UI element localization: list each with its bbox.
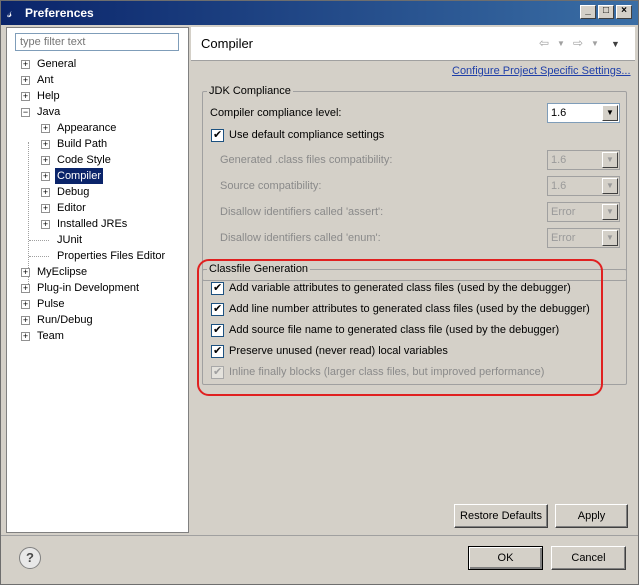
expand-icon[interactable]: +	[21, 60, 30, 69]
tree-item-label: Debug	[57, 186, 90, 198]
page-title: Compiler	[201, 36, 254, 51]
highlight-annotation	[197, 259, 603, 396]
tree-item-label: Build Path	[57, 138, 108, 150]
configure-project-link[interactable]: Configure Project Specific Settings...	[452, 65, 631, 77]
tree-item-label: Help	[37, 90, 60, 102]
expand-icon[interactable]: +	[41, 172, 50, 181]
tree-item-label: Properties Files Editor	[57, 250, 166, 262]
tree-item-label: Installed JREs	[57, 218, 128, 230]
title-bar[interactable]: 𝓈 Preferences _ □ ×	[1, 1, 638, 25]
collapse-icon[interactable]: −	[21, 108, 30, 117]
chevron-down-icon: ▼	[602, 152, 618, 168]
expand-icon[interactable]: +	[41, 188, 50, 197]
assert-select[interactable]: Error ▼	[547, 202, 620, 222]
expand-icon[interactable]: +	[21, 300, 30, 309]
tree-item-label: Team	[37, 330, 64, 342]
view-menu-icon[interactable]: ▼	[611, 39, 620, 49]
expand-icon[interactable]: +	[21, 76, 30, 85]
chevron-down-icon: ▼	[602, 178, 618, 194]
source-compat-value: 1.6	[551, 180, 567, 192]
window-title: Preferences	[25, 6, 94, 20]
maximize-button[interactable]: □	[598, 5, 614, 19]
dialog-button-bar: ? OK Cancel	[1, 535, 638, 584]
preferences-dialog: 𝓈 Preferences _ □ × + General + Ant + Help−Ja…	[0, 0, 639, 585]
generated-compat-select[interactable]: 1.6 ▼	[547, 150, 620, 170]
ok-button[interactable]: OK	[468, 546, 543, 570]
expand-icon[interactable]: +	[21, 92, 30, 101]
generated-compat-value: 1.6	[551, 154, 567, 166]
source-compat-select[interactable]: 1.6 ▼	[547, 176, 620, 196]
forward-dropdown-icon[interactable]: ▼	[591, 39, 599, 48]
back-dropdown-icon[interactable]: ▼	[557, 39, 565, 48]
jdk-group-title: JDK Compliance	[207, 85, 293, 97]
apply-button[interactable]: Apply	[555, 504, 628, 528]
back-arrow-icon[interactable]: ⇦	[539, 36, 549, 50]
assert-value: Error	[551, 206, 576, 218]
tree-connector	[29, 256, 49, 257]
tree-connector	[29, 240, 49, 241]
tree-item-label: Editor	[57, 202, 86, 214]
forward-arrow-icon[interactable]: ⇨	[573, 36, 583, 50]
compliance-level-select[interactable]: 1.6 ▼	[547, 103, 620, 123]
generated-compat-label: Generated .class files compatibility:	[220, 154, 393, 166]
tree-item-label: Pulse	[37, 298, 65, 310]
tree-item-label: Plug-in Development	[37, 282, 140, 294]
use-default-compliance-checkbox[interactable]	[211, 128, 224, 142]
enum-label: Disallow identifiers called 'enum':	[220, 232, 381, 244]
preference-tree-pane: + General + Ant + Help−Java + Appearance + Build …	[6, 27, 189, 533]
expand-icon[interactable]: +	[21, 316, 30, 325]
tree-item-label: Run/Debug	[37, 314, 93, 326]
minimize-button[interactable]: _	[580, 5, 596, 19]
expand-icon[interactable]: +	[21, 268, 30, 277]
page-header: Compiler ⇦ ▼ ⇨ ▼ ▼	[191, 27, 635, 61]
close-button[interactable]: ×	[616, 5, 632, 19]
help-icon[interactable]: ?	[19, 547, 41, 569]
expand-icon[interactable]: +	[21, 284, 30, 293]
chevron-down-icon: ▼	[602, 204, 618, 220]
chevron-down-icon: ▼	[602, 105, 618, 121]
compliance-level-value: 1.6	[551, 107, 567, 119]
restore-defaults-button[interactable]: Restore Defaults	[454, 504, 548, 528]
assert-label: Disallow identifiers called 'assert':	[220, 206, 384, 218]
expand-icon[interactable]: +	[21, 332, 30, 341]
expand-icon[interactable]: +	[41, 220, 50, 229]
tree-item-label: Code Style	[57, 154, 111, 166]
use-default-compliance-label: Use default compliance settings	[229, 129, 385, 141]
expand-icon[interactable]: +	[41, 140, 50, 149]
filter-input[interactable]	[15, 33, 179, 51]
enum-value: Error	[551, 232, 576, 244]
expand-icon[interactable]: +	[41, 204, 50, 213]
tree-item-label: Ant	[37, 74, 54, 86]
expand-icon[interactable]: +	[41, 156, 50, 165]
enum-select[interactable]: Error ▼	[547, 228, 620, 248]
source-compat-label: Source compatibility:	[220, 180, 322, 192]
compliance-level-label: Compiler compliance level:	[210, 107, 342, 119]
eclipse-icon: 𝓈	[7, 5, 12, 20]
cancel-button[interactable]: Cancel	[551, 546, 626, 570]
tree-item-label: General	[37, 58, 77, 70]
tree-connector	[28, 142, 29, 286]
tree-item-label: JUnit	[57, 234, 83, 246]
tree-item-label: Java	[37, 106, 61, 118]
expand-icon[interactable]: +	[41, 124, 50, 133]
tree-item-label: MyEclipse	[37, 266, 88, 278]
chevron-down-icon: ▼	[602, 230, 618, 246]
tree-item-label: Compiler	[55, 168, 104, 184]
tree-item-label: Appearance	[57, 122, 117, 134]
